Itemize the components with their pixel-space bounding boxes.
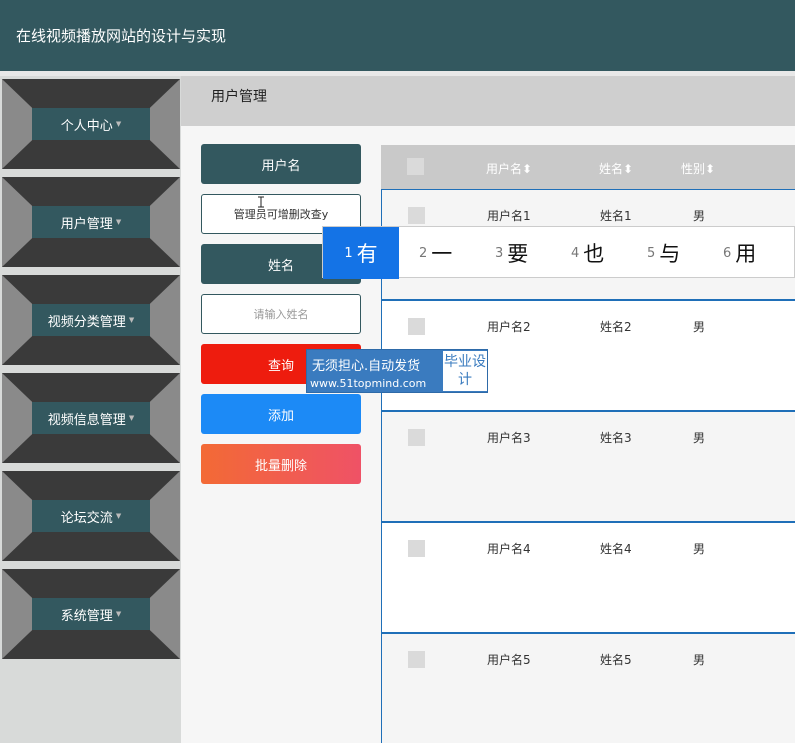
table-row[interactable]: 用户名3 姓名3 男 — [381, 411, 795, 522]
ime-candidate-number: 2 — [419, 245, 428, 261]
sidebar-item-text: 个人中心 — [60, 118, 113, 134]
ime-candidate-char: 有 — [356, 242, 378, 266]
sidebar-item-label[interactable]: 用户管理 ▼ — [32, 206, 150, 238]
ime-candidate-char: 与 — [659, 242, 681, 266]
ime-candidate-bar: 1有 2一 3要 4也 5与 6用 — [322, 226, 795, 279]
ime-candidate-number: 5 — [647, 245, 656, 261]
ime-candidate[interactable]: 3要 — [495, 227, 528, 279]
add-button[interactable]: 添加 — [201, 394, 361, 434]
breadcrumb: 用户管理 — [181, 76, 795, 126]
chevron-down-icon: ▼ — [115, 610, 122, 618]
cell-name: 姓名2 — [600, 320, 632, 334]
cell-username: 用户名4 — [487, 542, 531, 556]
watermark-url: www.51topmind.com — [310, 377, 427, 390]
sidebar-item-video-info[interactable]: 视频信息管理 ▼ — [2, 373, 180, 463]
column-header-text: 姓名 — [599, 162, 624, 176]
chevron-down-icon: ▼ — [115, 512, 122, 520]
column-header-text: 用户名 — [486, 162, 523, 176]
cell-name: 姓名1 — [600, 209, 632, 223]
batch-delete-button[interactable]: 批量删除 — [201, 444, 361, 484]
name-input[interactable]: 请输入姓名 — [201, 294, 361, 334]
cell-username: 用户名5 — [487, 653, 531, 667]
cell-gender: 男 — [693, 209, 706, 223]
ime-candidate-number: 3 — [495, 245, 504, 261]
sidebar-item-text: 系统管理 — [60, 608, 113, 624]
username-label: 用户名 — [201, 144, 361, 184]
ime-candidate[interactable]: 6用 — [723, 227, 756, 279]
sort-icon: ⬍ — [705, 162, 716, 176]
sort-icon: ⬍ — [522, 162, 533, 176]
cell-gender: 男 — [693, 653, 706, 667]
sidebar-item-label[interactable]: 论坛交流 ▼ — [32, 500, 150, 532]
row-checkbox[interactable] — [408, 540, 425, 557]
ime-candidate-number: 4 — [571, 245, 580, 261]
ime-candidate-char: 要 — [507, 242, 529, 266]
watermark-slogan: 无须担心.自动发货 — [312, 359, 421, 374]
chevron-down-icon: ▼ — [115, 218, 122, 226]
row-checkbox[interactable] — [408, 651, 425, 668]
sidebar-item-forum[interactable]: 论坛交流 ▼ — [2, 471, 180, 561]
column-header-name[interactable]: 姓名⬍ — [599, 160, 633, 177]
ime-candidate-number: 6 — [723, 245, 732, 261]
cell-name: 姓名4 — [600, 542, 632, 556]
ime-candidate-char: 用 — [735, 242, 757, 266]
cell-name: 姓名5 — [600, 653, 632, 667]
text-cursor-icon — [258, 196, 264, 208]
cell-username: 用户名3 — [487, 431, 531, 445]
cell-gender: 男 — [693, 320, 706, 334]
cell-username: 用户名2 — [487, 320, 531, 334]
watermark-badge: 毕业设计 — [443, 351, 487, 391]
sidebar-item-text: 用户管理 — [60, 216, 113, 232]
sidebar-item-text: 论坛交流 — [60, 510, 113, 526]
select-all-checkbox[interactable] — [407, 158, 424, 175]
cell-gender: 男 — [693, 542, 706, 556]
table-header: 用户名⬍ 姓名⬍ 性别⬍ — [381, 145, 795, 189]
sidebar-item-user-management[interactable]: 用户管理 ▼ — [2, 177, 180, 267]
ime-candidate-char: 也 — [583, 242, 605, 266]
column-header-gender[interactable]: 性别⬍ — [681, 160, 715, 177]
ime-candidate-number: 1 — [344, 245, 353, 261]
app-header: 在线视频播放网站的设计与实现 — [0, 0, 795, 74]
chevron-down-icon: ▼ — [128, 316, 135, 324]
ime-candidate[interactable]: 4也 — [571, 227, 604, 279]
ime-candidate-char: 一 — [431, 242, 453, 266]
column-header-username[interactable]: 用户名⬍ — [486, 160, 532, 177]
app-title: 在线视频播放网站的设计与实现 — [16, 27, 227, 45]
sidebar: 个人中心 ▼ 用户管理 ▼ 视频分类管理 ▼ 视频信息管理 ▼ 论坛交流 ▼ 系统管理 ▼ — [0, 76, 181, 743]
row-checkbox[interactable] — [408, 318, 425, 335]
cell-name: 姓名3 — [600, 431, 632, 445]
cell-gender: 男 — [693, 431, 706, 445]
sidebar-item-video-category[interactable]: 视频分类管理 ▼ — [2, 275, 180, 365]
ime-candidate[interactable]: 1有 — [323, 227, 399, 279]
breadcrumb-current: 用户管理 — [211, 89, 267, 105]
ime-candidate[interactable]: 5与 — [647, 227, 680, 279]
sidebar-item-text: 视频分类管理 — [47, 314, 126, 330]
row-checkbox[interactable] — [408, 429, 425, 446]
sidebar-item-label[interactable]: 系统管理 ▼ — [32, 598, 150, 630]
column-header-text: 性别 — [681, 162, 706, 176]
row-checkbox[interactable] — [408, 207, 425, 224]
sidebar-item-label[interactable]: 个人中心 ▼ — [32, 108, 150, 140]
sidebar-item-text: 视频信息管理 — [47, 412, 126, 428]
sidebar-item-label[interactable]: 视频分类管理 ▼ — [32, 304, 150, 336]
table-row[interactable]: 用户名5 姓名5 男 — [381, 633, 795, 743]
sort-icon: ⬍ — [623, 162, 634, 176]
chevron-down-icon: ▼ — [128, 414, 135, 422]
sidebar-item-system[interactable]: 系统管理 ▼ — [2, 569, 180, 659]
cell-username: 用户名1 — [487, 209, 531, 223]
sidebar-item-label[interactable]: 视频信息管理 ▼ — [32, 402, 150, 434]
ime-candidate[interactable]: 2一 — [419, 227, 452, 279]
sidebar-item-personal-center[interactable]: 个人中心 ▼ — [2, 79, 180, 169]
watermark-banner: 无须担心.自动发货 www.51topmind.com 毕业设计 — [306, 349, 488, 393]
chevron-down-icon: ▼ — [115, 120, 122, 128]
table-row[interactable]: 用户名4 姓名4 男 — [381, 522, 795, 633]
